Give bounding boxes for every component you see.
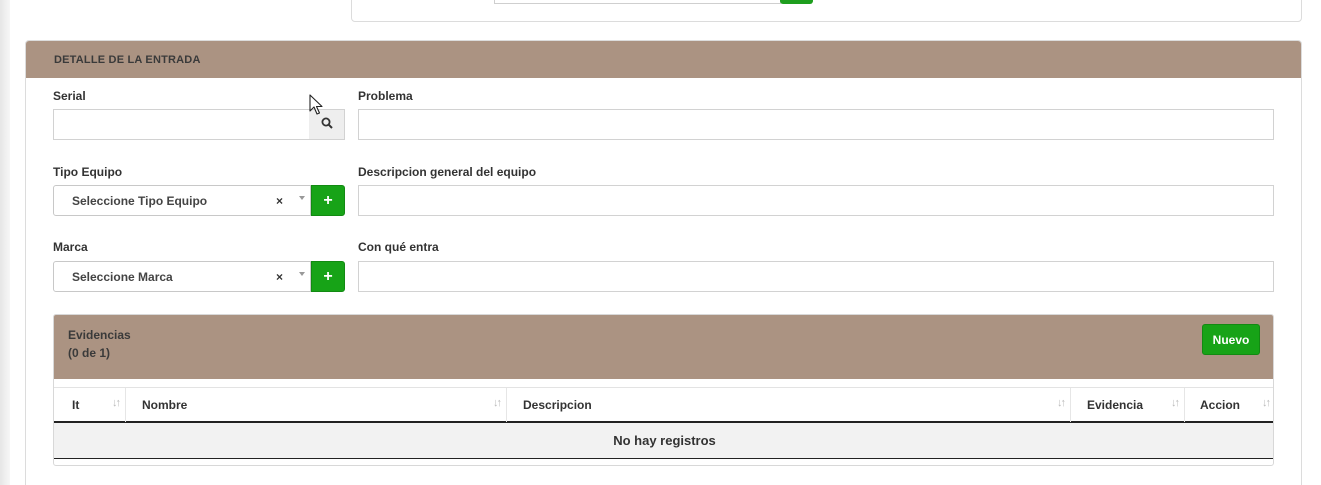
chevron-down-icon xyxy=(299,196,305,200)
plus-icon: + xyxy=(323,191,333,209)
column-label: Accion xyxy=(1200,398,1241,412)
add-marca-button[interactable]: + xyxy=(311,261,345,292)
evidencias-header: Evidencias (0 de 1) Nuevo xyxy=(54,315,1273,379)
descripcion-input[interactable] xyxy=(358,185,1274,216)
empty-message: No hay registros xyxy=(613,433,716,448)
serial-label: Serial xyxy=(53,89,86,103)
column-header-descripcion[interactable]: Descripcion ↓↑ xyxy=(507,388,1071,422)
evidencias-count: (0 de 1) xyxy=(68,346,111,360)
previous-input[interactable] xyxy=(494,0,781,4)
chevron-down-icon xyxy=(299,272,305,276)
evidencias-title: Evidencias xyxy=(68,328,131,342)
problema-input[interactable] xyxy=(358,109,1274,140)
add-tipo-equipo-button[interactable]: + xyxy=(311,185,345,216)
sort-icon: ↓↑ xyxy=(112,397,121,409)
column-header-it[interactable]: It ↓↑ xyxy=(54,388,126,422)
evidencias-title-block: Evidencias (0 de 1) xyxy=(68,326,131,362)
serial-input[interactable] xyxy=(53,109,310,140)
column-header-accion[interactable]: Accion ↓↑ xyxy=(1185,388,1273,422)
previous-card xyxy=(351,0,1302,22)
evidencias-box: Evidencias (0 de 1) Nuevo It ↓↑ Nombre ↓… xyxy=(53,314,1274,466)
detalle-panel: DETALLE DE LA ENTRADA Serial Problema Ti… xyxy=(25,40,1302,485)
problema-label: Problema xyxy=(358,89,413,103)
panel-title: DETALLE DE LA ENTRADA xyxy=(54,53,201,66)
evidencias-table-header: It ↓↑ Nombre ↓↑ Descripcion ↓↑ Evidencia… xyxy=(54,387,1273,423)
panel-header: DETALLE DE LA ENTRADA xyxy=(26,41,1301,78)
page-left-shadow xyxy=(0,0,10,485)
tipo-equipo-selected: Seleccione Tipo Equipo xyxy=(72,193,208,208)
plus-icon: + xyxy=(323,267,333,285)
con-que-entra-input[interactable] xyxy=(358,261,1274,292)
sort-icon: ↓↑ xyxy=(1057,397,1066,409)
search-icon xyxy=(321,117,333,132)
sort-icon: ↓↑ xyxy=(1262,397,1271,409)
con-que-entra-label: Con qué entra xyxy=(358,240,439,254)
nuevo-button[interactable]: Nuevo xyxy=(1202,324,1260,355)
sort-icon: ↓↑ xyxy=(1171,397,1180,409)
tipo-equipo-label: Tipo Equipo xyxy=(53,165,123,179)
previous-green-button[interactable] xyxy=(780,0,813,4)
column-label: Descripcion xyxy=(523,398,592,412)
mouse-pointer-icon xyxy=(309,94,323,119)
column-label: It xyxy=(72,398,80,412)
descripcion-label: Descripcion general del equipo xyxy=(358,165,537,179)
marca-selected: Seleccione Marca xyxy=(72,269,173,284)
sort-icon: ↓↑ xyxy=(493,397,502,409)
marca-label: Marca xyxy=(53,240,88,254)
column-label: Evidencia xyxy=(1087,398,1144,412)
tipo-equipo-select[interactable]: Seleccione Tipo Equipo × xyxy=(53,185,311,216)
clear-icon[interactable]: × xyxy=(276,270,283,284)
column-label: Nombre xyxy=(142,398,188,412)
clear-icon[interactable]: × xyxy=(276,194,283,208)
marca-select[interactable]: Seleccione Marca × xyxy=(53,261,311,292)
column-header-nombre[interactable]: Nombre ↓↑ xyxy=(126,388,507,422)
column-header-evidencia[interactable]: Evidencia ↓↑ xyxy=(1071,388,1185,422)
empty-table-row: No hay registros xyxy=(54,423,1273,459)
